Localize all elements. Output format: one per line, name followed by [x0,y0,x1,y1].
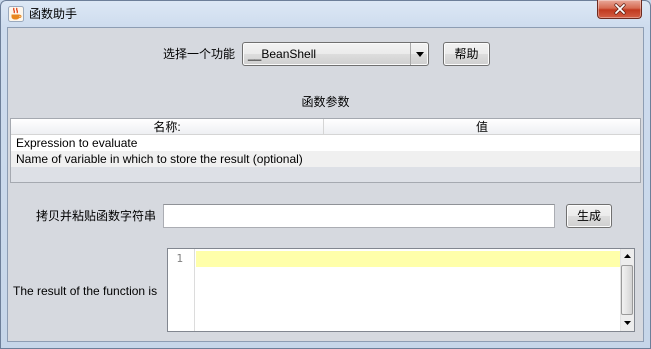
parameters-table: 名称: 值 Expression to evaluate Name of var… [10,118,641,183]
parameter-name-cell: Name of variable in which to store the r… [16,152,303,166]
column-header-value[interactable]: 值 [324,119,640,135]
java-coffee-icon [8,6,24,22]
function-select-label: 选择一个功能 [162,47,235,61]
close-button[interactable] [597,0,642,19]
dropdown-button[interactable] [410,43,428,65]
vertical-scrollbar[interactable] [620,249,634,331]
function-helper-window: 函数助手 选择一个功能 __BeanShell 帮助 函数参数 名称: 值 Ex… [0,0,651,349]
window-title: 函数助手 [29,7,78,21]
generate-button[interactable]: 生成 [566,204,612,228]
column-header-name[interactable]: 名称: [11,119,324,135]
function-string-input[interactable] [163,204,555,228]
function-string-label: 拷贝并粘贴函数字符串 [35,209,156,223]
chevron-down-icon [416,52,424,57]
scrollbar-thumb[interactable] [621,265,633,315]
parameter-name-cell: Expression to evaluate [16,136,138,150]
parameter-value-cell[interactable] [327,135,637,151]
current-line-highlight [196,251,620,267]
scroll-down-button[interactable] [621,316,634,331]
parameter-value-cell[interactable] [327,151,637,167]
parameters-title: 函数参数 [301,95,350,109]
table-row[interactable]: Name of variable in which to store the r… [11,151,640,167]
scroll-up-button[interactable] [621,249,634,264]
function-select-value: __BeanShell [248,47,317,61]
result-label: The result of the function is [13,284,158,298]
line-number-gutter: 1 [168,249,195,331]
function-select-dropdown[interactable]: __BeanShell [242,42,429,66]
close-icon [614,3,626,15]
line-number: 1 [176,252,183,265]
table-row[interactable]: Expression to evaluate [11,135,640,151]
scroll-up-arrow-icon [624,254,631,258]
dialog-content: 选择一个功能 __BeanShell 帮助 函数参数 名称: 值 Express… [8,28,643,341]
result-text-area[interactable]: 1 [167,248,635,332]
scroll-down-arrow-icon [624,321,631,325]
help-button[interactable]: 帮助 [443,42,490,66]
title-bar[interactable]: 函数助手 [1,1,650,27]
